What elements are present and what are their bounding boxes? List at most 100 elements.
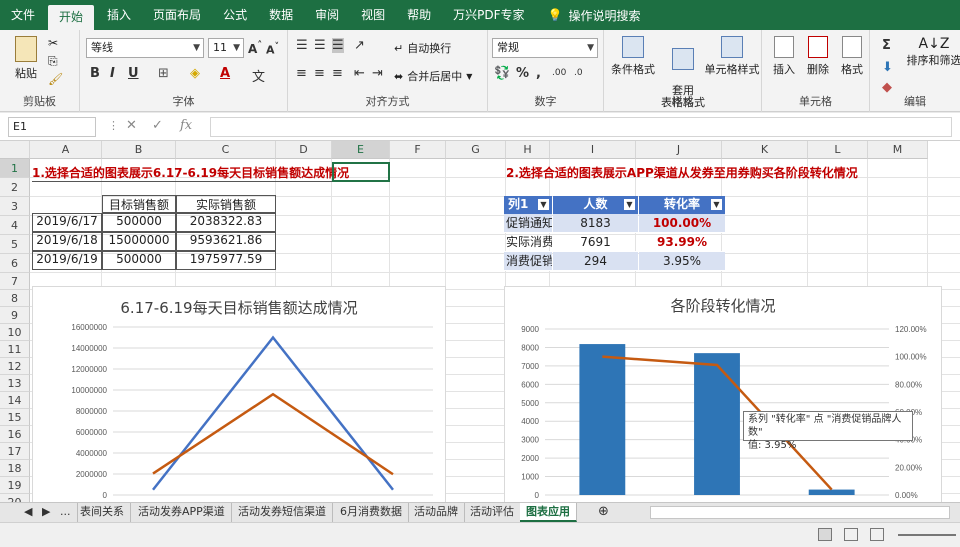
line-chart[interactable]: 6.17-6.19每天目标销售额达成情况 16000000 14000000 120…: [32, 286, 446, 502]
format-painter-icon[interactable]: 🖌: [48, 72, 63, 86]
tab-review[interactable]: 审阅: [304, 0, 350, 30]
column-header[interactable]: D: [276, 141, 332, 159]
target-cell[interactable]: 15000000: [102, 232, 176, 251]
target-cell[interactable]: 500000: [102, 251, 176, 270]
merge-center-button[interactable]: ⬌ 合并后居中 ▼: [394, 68, 472, 84]
row-header[interactable]: 20: [0, 494, 30, 502]
italic-button[interactable]: I: [110, 66, 115, 81]
date-cell[interactable]: 2019/6/17: [32, 213, 102, 232]
rate-cell[interactable]: 100.00%: [639, 214, 725, 233]
sheet-tab[interactable]: 活动品牌: [408, 503, 465, 522]
filter-dropdown-icon[interactable]: ▼: [711, 199, 722, 210]
tab-file[interactable]: 文件: [0, 0, 46, 30]
column-header[interactable]: J: [636, 141, 722, 159]
currency-icon[interactable]: 💱: [494, 66, 510, 81]
increase-decimal-icon[interactable]: .00: [552, 68, 566, 78]
number-format-select[interactable]: 常规 ▼: [492, 38, 598, 58]
align-bottom-icon[interactable]: ☰: [332, 38, 344, 53]
header-actual-sales[interactable]: 实际销售额: [176, 195, 276, 213]
row-header[interactable]: 8: [0, 290, 30, 307]
insert-function-icon[interactable]: fx: [180, 118, 192, 133]
count-cell[interactable]: 8183: [553, 214, 638, 233]
row-header[interactable]: 19: [0, 477, 30, 494]
name-box[interactable]: E1: [8, 117, 96, 137]
row-header[interactable]: 10: [0, 324, 30, 341]
row-header[interactable]: 15: [0, 409, 30, 426]
font-size-select[interactable]: 11 ▼: [208, 38, 244, 58]
selected-cell-e1[interactable]: [332, 162, 390, 182]
stage-cell[interactable]: 消费促销: [504, 252, 552, 271]
tab-help[interactable]: 帮助: [396, 0, 442, 30]
align-middle-icon[interactable]: ☰: [314, 38, 326, 53]
sheet-tab[interactable]: 活动评估: [464, 503, 521, 522]
filter-dropdown-icon[interactable]: ▼: [538, 199, 549, 210]
select-all-corner[interactable]: [0, 141, 30, 159]
shrink-font-icon[interactable]: A˅: [266, 41, 279, 57]
insert-cells-button[interactable]: 插入: [768, 36, 800, 77]
row-header[interactable]: 7: [0, 273, 30, 290]
cancel-icon[interactable]: ✕: [126, 118, 137, 133]
align-right-icon[interactable]: ≡: [332, 66, 343, 81]
actual-cell[interactable]: 1975977.59: [176, 251, 276, 270]
row-header[interactable]: 14: [0, 392, 30, 409]
column-header[interactable]: C: [176, 141, 276, 159]
column-header[interactable]: I: [550, 141, 636, 159]
column-header[interactable]: G: [446, 141, 506, 159]
row-header[interactable]: 2: [0, 178, 30, 197]
row-header[interactable]: 9: [0, 307, 30, 324]
actual-cell[interactable]: 9593621.86: [176, 232, 276, 251]
count-cell[interactable]: 294: [553, 252, 638, 271]
percent-icon[interactable]: %: [516, 66, 529, 81]
tab-page-layout[interactable]: 页面布局: [142, 0, 212, 30]
column-header[interactable]: E: [332, 141, 390, 159]
row-header[interactable]: 5: [0, 235, 30, 254]
column-header[interactable]: F: [390, 141, 446, 159]
tab-formulas[interactable]: 公式: [212, 0, 258, 30]
tab-data[interactable]: 数据: [258, 0, 304, 30]
enter-icon[interactable]: ✓: [152, 118, 163, 133]
underline-button[interactable]: U: [128, 66, 139, 81]
stage-cell[interactable]: 促销通知: [504, 214, 552, 233]
conditional-format-button[interactable]: 条件格式: [608, 36, 658, 77]
increase-indent-icon[interactable]: ⇥: [372, 66, 383, 81]
decrease-indent-icon[interactable]: ⇤: [354, 66, 365, 81]
font-name-select[interactable]: 等线 ▼: [86, 38, 204, 58]
font-color-icon[interactable]: A: [220, 66, 230, 81]
align-left-icon[interactable]: ≡: [296, 66, 307, 81]
fill-icon[interactable]: ⬇: [882, 60, 893, 75]
tab-insert[interactable]: 插入: [96, 0, 142, 30]
autosum-icon[interactable]: Σ: [882, 38, 891, 53]
row-header[interactable]: 11: [0, 341, 30, 358]
fill-color-icon[interactable]: ◈: [190, 66, 200, 81]
normal-view-icon[interactable]: [818, 528, 832, 541]
target-cell[interactable]: 500000: [102, 213, 176, 232]
wrap-text-button[interactable]: ↵ 自动换行: [394, 40, 451, 56]
row-header[interactable]: 18: [0, 460, 30, 477]
row-header[interactable]: 6: [0, 254, 30, 273]
grow-font-icon[interactable]: A˄: [248, 40, 262, 56]
column-header[interactable]: B: [102, 141, 176, 159]
table-header-col1[interactable]: 列1 ▼: [504, 196, 552, 214]
column-header[interactable]: A: [30, 141, 102, 159]
copy-icon[interactable]: ⎘: [48, 54, 58, 69]
table-header-rate[interactable]: 转化率 ▼: [639, 196, 725, 214]
bold-button[interactable]: B: [90, 66, 100, 81]
rate-cell[interactable]: 3.95%: [639, 252, 725, 271]
paste-button[interactable]: 粘贴: [8, 36, 44, 81]
sheet-tab[interactable]: 活动发券APP渠道: [132, 503, 232, 522]
date-cell[interactable]: 2019/6/19: [32, 251, 102, 270]
column-header[interactable]: H: [506, 141, 550, 159]
tab-pdf-expert[interactable]: 万兴PDF专家: [442, 0, 535, 30]
column-header[interactable]: M: [868, 141, 928, 159]
page-layout-view-icon[interactable]: [844, 528, 858, 541]
row-header[interactable]: 16: [0, 426, 30, 443]
zoom-slider[interactable]: [898, 534, 956, 536]
row-header[interactable]: 13: [0, 375, 30, 392]
sheet-tab[interactable]: 活动发券短信渠道: [232, 503, 333, 522]
rate-cell[interactable]: 93.99%: [639, 233, 725, 252]
row-header[interactable]: 12: [0, 358, 30, 375]
decrease-decimal-icon[interactable]: .0: [574, 68, 583, 78]
row-header[interactable]: 1: [0, 159, 30, 178]
table-header-count[interactable]: 人数 ▼: [553, 196, 638, 214]
count-cell[interactable]: 7691: [553, 233, 638, 252]
